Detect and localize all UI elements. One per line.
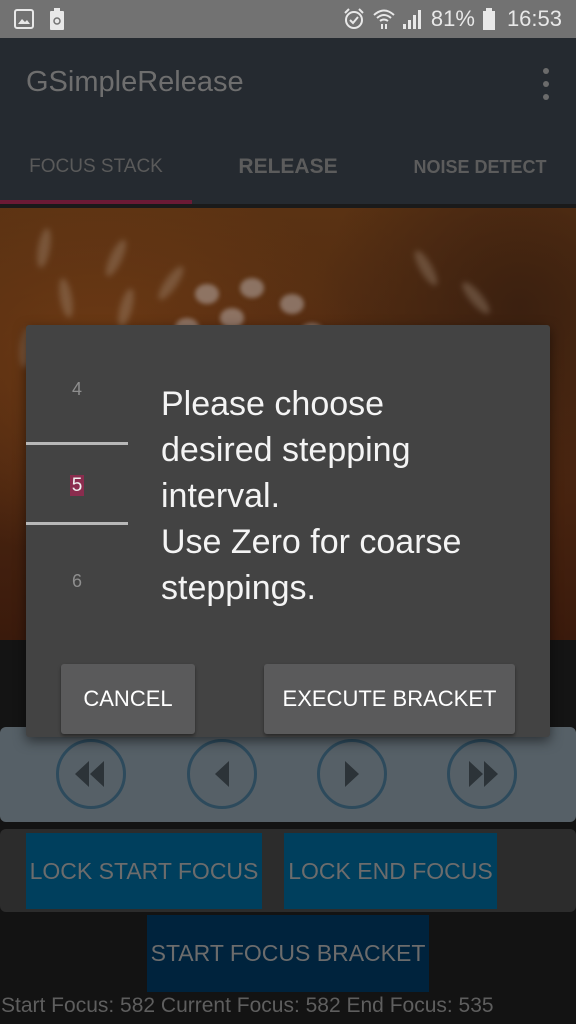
lock-focus-panel: LOCK START FOCUS LOCK END FOCUS [0, 829, 576, 912]
more-vert-icon[interactable] [540, 68, 552, 100]
wifi-icon [373, 8, 395, 30]
status-bar: 81% 16:53 [0, 0, 576, 38]
photo-detail [280, 294, 304, 314]
recycle-battery-icon [50, 8, 64, 30]
step-forward-icon [345, 761, 359, 787]
focus-status-text: Start Focus: 582 Current Focus: 582 End … [1, 994, 494, 1017]
photo-detail [154, 263, 188, 303]
photo-detail [115, 287, 137, 329]
tab-label: RELEASE [238, 155, 338, 178]
step-forward-button[interactable] [317, 739, 387, 809]
tab-bar: FOCUS STACK RELEASE NOISE DETECT [0, 130, 576, 204]
picker-selected-text[interactable]: 5 [69, 475, 85, 496]
tab-noise-detect[interactable]: NOISE DETECT [384, 130, 576, 204]
alarm-icon [343, 8, 365, 30]
signal-icon [402, 9, 423, 29]
stepping-interval-dialog: 4 5 6 Please choose desired stepping int… [26, 325, 550, 737]
photo-detail [56, 277, 76, 319]
lock-start-focus-button[interactable]: LOCK START FOCUS [26, 833, 262, 909]
tab-label: FOCUS STACK [29, 156, 163, 177]
screen: 81% 16:53 GSimpleRelease FOCUS STACK REL… [0, 0, 576, 1024]
fast-forward-button[interactable] [447, 739, 517, 809]
tab-focus-stack[interactable]: FOCUS STACK [0, 130, 192, 204]
start-focus-bracket-button[interactable]: START FOCUS BRACKET [147, 915, 429, 992]
picker-divider-bottom [26, 522, 128, 525]
app-title: GSimpleRelease [26, 66, 244, 98]
photo-detail [34, 227, 54, 269]
photo-detail [102, 237, 130, 279]
picker-selected-value[interactable]: 5 [26, 475, 128, 497]
focus-navigation-panel [0, 727, 576, 822]
fast-rewind-button[interactable] [56, 739, 126, 809]
picker-previous-value[interactable]: 4 [26, 379, 128, 400]
photo-detail [195, 284, 219, 304]
fast-forward-icon [469, 761, 498, 787]
battery-percent: 81% [430, 6, 475, 31]
cancel-button[interactable]: CANCEL [61, 664, 195, 734]
gallery-icon [14, 9, 34, 29]
photo-detail [240, 278, 264, 298]
picker-next-value[interactable]: 6 [26, 571, 128, 592]
number-picker[interactable]: 4 5 6 [26, 325, 128, 635]
app-bar: GSimpleRelease [0, 38, 576, 130]
tab-release[interactable]: RELEASE [192, 130, 384, 204]
fast-rewind-icon [75, 761, 104, 787]
lock-end-focus-button[interactable]: LOCK END FOCUS [284, 833, 497, 909]
dialog-message: Please choose desired stepping interval.… [161, 385, 462, 607]
battery-icon [482, 8, 495, 30]
tab-label: NOISE DETECT [413, 156, 547, 177]
photo-detail [410, 247, 442, 289]
photo-detail [458, 278, 494, 318]
execute-bracket-button[interactable]: EXECUTE BRACKET [264, 664, 515, 734]
step-back-button[interactable] [187, 739, 257, 809]
picker-divider-top [26, 442, 128, 445]
step-back-icon [215, 761, 229, 787]
clock: 16:53 [506, 6, 562, 31]
